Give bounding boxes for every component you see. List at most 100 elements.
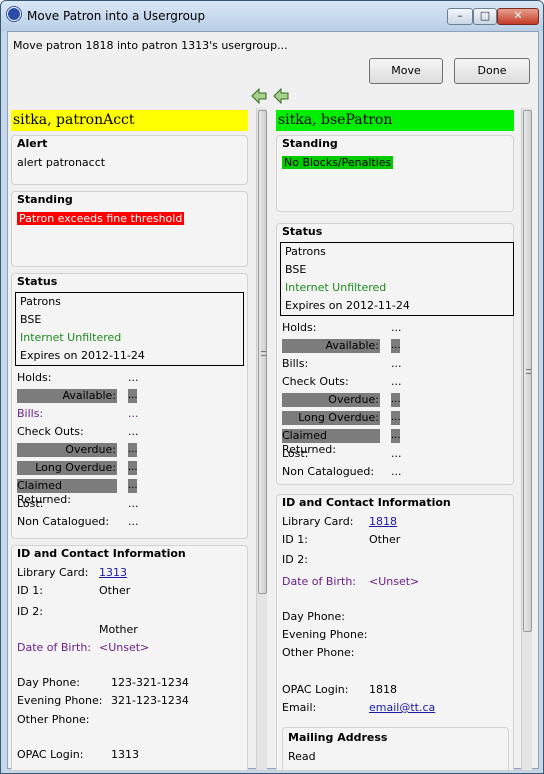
left-standing-group: Standing Patron exceeds fine threshold	[11, 191, 248, 267]
claimed-returned-label: Claimed Returned:	[17, 479, 117, 506]
dob-label: Date of Birth:	[17, 641, 92, 654]
day-phone-label: Day Phone:	[17, 676, 80, 689]
dob-value: <Unset>	[99, 641, 150, 654]
close-button[interactable]: ✕	[497, 8, 539, 25]
left-patron-panel: sitka, patronAcct Alert alert patronacct…	[11, 108, 248, 770]
id1-label: ID 1:	[282, 533, 308, 546]
id2-label: ID 2:	[17, 605, 43, 618]
day-phone-value: 123-321-1234	[111, 676, 189, 689]
status-line: BSE	[20, 313, 42, 326]
email-link[interactable]: email@tt.ca	[369, 700, 435, 716]
move-button[interactable]: Move	[369, 58, 443, 84]
status-line: BSE	[285, 263, 307, 276]
left-scrollbar[interactable]	[256, 108, 267, 770]
arrow-left-icon	[251, 88, 267, 104]
bills-label: Bills:	[282, 357, 309, 370]
available-value: ...	[391, 339, 401, 353]
id-title: ID and Contact Information	[282, 496, 451, 509]
long-overdue-value: ...	[391, 411, 401, 425]
checkouts-label: Check Outs:	[17, 425, 84, 438]
mailing-title: Mailing Address	[288, 731, 388, 744]
status-line: Expires on 2012-11-24	[285, 299, 410, 312]
checkouts-value: ...	[128, 425, 139, 438]
evening-phone-value: 321-123-1234	[111, 694, 189, 707]
lost-label: Lost:	[282, 447, 309, 460]
long-overdue-label: Long Overdue:	[17, 461, 117, 475]
evening-phone-label: Evening Phone:	[282, 628, 368, 641]
left-scroll-thumb[interactable]	[258, 110, 267, 594]
opac-login-label: OPAC Login:	[282, 683, 349, 696]
left-status-group: Status Patrons BSE Internet Unfiltered E…	[11, 273, 248, 539]
checkouts-label: Check Outs:	[282, 375, 349, 388]
overdue-label: Overdue:	[282, 393, 380, 407]
library-card-link[interactable]: 1818	[369, 514, 397, 530]
available-label: Available:	[282, 339, 380, 353]
holds-label: Holds:	[282, 321, 317, 334]
id2-value: Mother	[99, 623, 138, 636]
claimed-returned-value: ...	[128, 479, 138, 493]
holds-label: Holds:	[17, 371, 52, 384]
move-patron-window: Move Patron into a Usergroup – □ ✕ Move …	[0, 0, 544, 774]
right-scroll-thumb[interactable]	[523, 110, 532, 632]
opac-login-value: 1818	[369, 683, 397, 696]
library-card-label: Library Card:	[17, 566, 89, 579]
other-phone-label: Other Phone:	[17, 713, 90, 726]
id-title: ID and Contact Information	[17, 547, 186, 560]
title-bar: Move Patron into a Usergroup – □ ✕	[1, 1, 543, 31]
email-label: Email:	[282, 701, 317, 714]
library-card-link[interactable]: 1313	[99, 565, 127, 581]
overdue-label: Overdue:	[17, 443, 117, 457]
overdue-value: ...	[128, 443, 138, 457]
standing-title: Standing	[17, 193, 73, 206]
right-patron-panel: sitka, bsePatron Standing No Blocks/Pena…	[276, 108, 514, 770]
status-line: Internet Unfiltered	[20, 331, 122, 344]
id1-value: Other	[369, 533, 401, 546]
right-id-group: ID and Contact Information Library Card:…	[276, 494, 514, 770]
other-phone-label: Other Phone:	[282, 646, 355, 659]
mailing-address-group: Mailing Address Read	[282, 727, 509, 770]
right-status-group: Status Patrons BSE Internet Unfiltered E…	[276, 223, 514, 485]
right-scrollbar[interactable]	[521, 108, 532, 770]
right-patron-name: sitka, bsePatron	[276, 110, 514, 131]
move-message: Move patron 1818 into patron 1313's user…	[13, 39, 288, 52]
dob-value: <Unset>	[369, 575, 420, 588]
opac-login-value: 1313	[111, 748, 139, 761]
status-line: Patrons	[20, 295, 61, 308]
app-icon	[7, 7, 21, 21]
available-label: Available:	[17, 389, 117, 403]
lost-label: Lost:	[17, 497, 44, 510]
id2-label: ID 2:	[282, 553, 308, 566]
right-standing-group: Standing No Blocks/Penalties	[276, 135, 514, 212]
done-button[interactable]: Done	[454, 58, 530, 84]
id1-label: ID 1:	[17, 584, 43, 597]
holds-value: ...	[391, 321, 402, 334]
evening-phone-label: Evening Phone:	[17, 694, 103, 707]
left-alert-group: Alert alert patronacct	[11, 135, 248, 185]
claimed-returned-label: Claimed Returned:	[282, 429, 380, 456]
library-card-label: Library Card:	[282, 515, 354, 528]
status-line: Patrons	[285, 245, 326, 258]
available-value: ...	[128, 389, 138, 403]
dob-label: Date of Birth:	[282, 575, 357, 588]
minimize-button[interactable]: –	[447, 8, 473, 25]
alert-title: Alert	[17, 137, 48, 150]
left-id-group: ID and Contact Information Library Card:…	[11, 545, 248, 770]
non-catalogued-value: ...	[391, 465, 402, 478]
arrow-left-icon	[273, 88, 289, 104]
status-title: Status	[282, 225, 323, 238]
bottom-divider	[8, 770, 538, 771]
status-title: Status	[17, 275, 58, 288]
maximize-button[interactable]: □	[473, 8, 497, 25]
status-box: Patrons BSE Internet Unfiltered Expires …	[15, 292, 244, 366]
alert-text: alert patronacct	[17, 156, 106, 169]
window-title: Move Patron into a Usergroup	[27, 9, 206, 23]
bills-value: ...	[391, 357, 402, 370]
standing-title: Standing	[282, 137, 338, 150]
bills-value: ...	[128, 407, 139, 420]
claimed-returned-value: ...	[391, 429, 401, 443]
left-patron-name: sitka, patronAcct	[11, 110, 248, 131]
standing-text: Patron exceeds fine threshold	[17, 212, 185, 225]
holds-value: ...	[128, 371, 139, 384]
bills-label[interactable]: Bills:	[17, 406, 43, 422]
status-box: Patrons BSE Internet Unfiltered Expires …	[280, 242, 514, 316]
